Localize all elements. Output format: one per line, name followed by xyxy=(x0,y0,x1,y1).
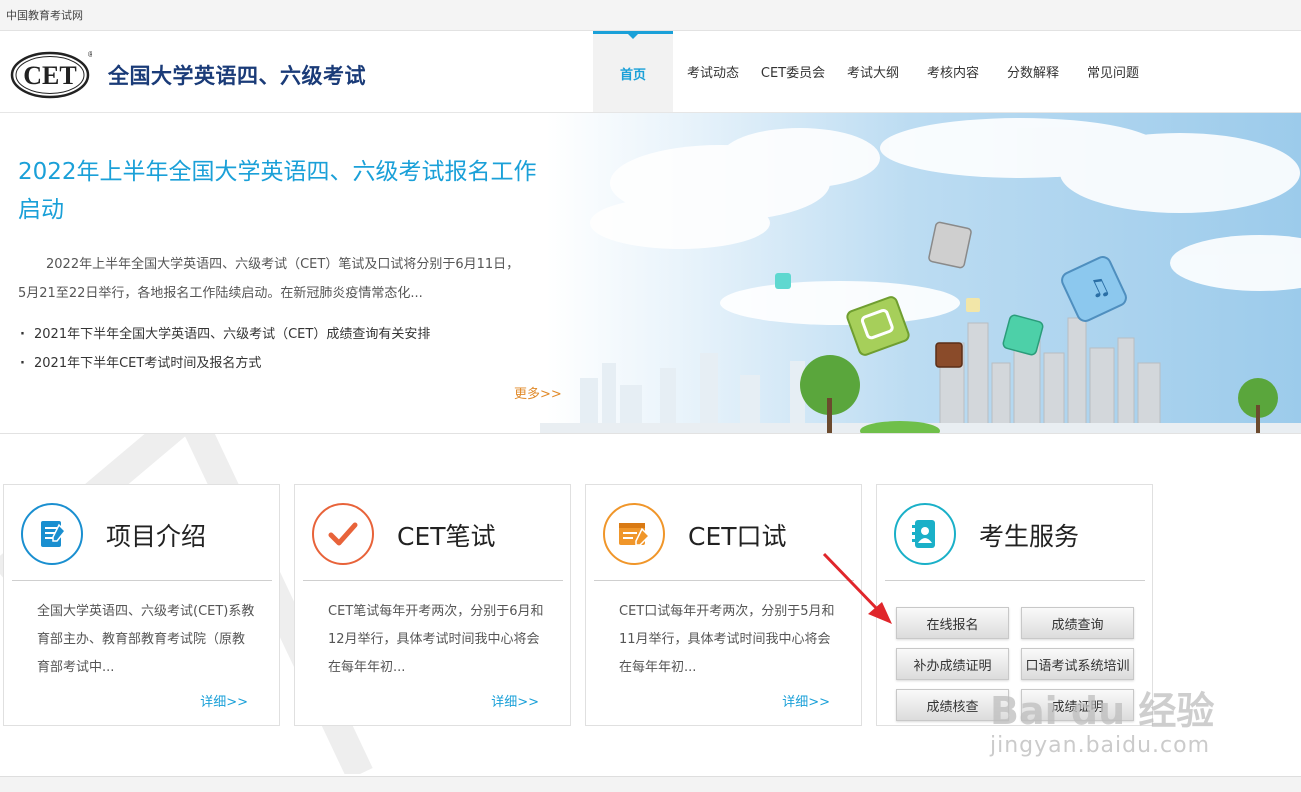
news-summary: 2022年上半年全国大学英语四、六级考试（CET）笔试及口试将分别于6月11日，… xyxy=(18,257,520,301)
nav-item-home[interactable]: 首页 xyxy=(593,31,673,112)
details-link[interactable]: 详细>> xyxy=(782,691,830,710)
card-description: CET笔试每年开考两次，分别于6月和12月举行，具体考试时间我中心将会在每年年初… xyxy=(328,604,544,675)
news-link[interactable]: 2021年下半年CET考试时间及报名方式 xyxy=(20,349,430,378)
nav-item-content[interactable]: 考核内容 xyxy=(913,31,993,112)
main-nav: 首页 考试动态 CET委员会 考试大纲 考核内容 分数解释 常见问题 xyxy=(593,31,1153,112)
nav-item-syllabus[interactable]: 考试大纲 xyxy=(833,31,913,112)
card-description: CET口试每年开考两次，分别于5月和11月举行，具体考试时间我中心将会在每年年初… xyxy=(619,604,835,675)
watermark-brand: Bai du 经验 xyxy=(990,689,1215,733)
more-news-link[interactable]: 更多>> xyxy=(514,383,562,402)
nav-item-score-explain[interactable]: 分数解释 xyxy=(993,31,1073,112)
card-cet-written: CET笔试 CET笔试每年开考两次，分别于6月和12月举行，具体考试时间我中心将… xyxy=(294,484,571,726)
card-description: 全国大学英语四、六级考试(CET)系教育部主办、教育部教育考试院（原教育部考试中… xyxy=(37,604,255,675)
site-name[interactable]: 中国教育考试网 xyxy=(6,7,83,23)
card-title[interactable]: 考生服务 xyxy=(979,517,1079,553)
card-title[interactable]: CET口试 xyxy=(688,517,787,553)
divider xyxy=(885,580,1145,581)
reissue-certificate-button[interactable]: 补办成绩证明 xyxy=(896,648,1009,680)
watermark-url: jingyan.baidu.com xyxy=(990,733,1211,758)
news-link[interactable]: 2021年下半年全国大学英语四、六级考试（CET）成绩查询有关安排 xyxy=(20,320,430,349)
banner-illustration: ♫ xyxy=(540,118,1301,433)
cet-logo-icon[interactable]: CET ® xyxy=(10,49,92,99)
annotation-arrow-icon xyxy=(822,552,892,624)
footer-strip xyxy=(0,776,1301,792)
news-headline[interactable]: 2022年上半年全国大学英语四、六级考试报名工作启动 xyxy=(18,153,538,229)
card-title[interactable]: CET笔试 xyxy=(397,517,496,553)
details-link[interactable]: 详细>> xyxy=(491,691,539,710)
divider xyxy=(594,580,854,581)
baidu-watermark: Bai du 经验 xyxy=(990,680,1214,735)
oral-exam-training-button[interactable]: 口语考试系统培训 xyxy=(1021,648,1134,680)
site-title[interactable]: 全国大学英语四、六级考试 xyxy=(108,60,366,90)
checkmark-icon xyxy=(312,503,374,565)
nav-item-committee[interactable]: CET委员会 xyxy=(753,31,833,112)
logo-text: CET xyxy=(23,61,76,90)
contact-book-icon xyxy=(894,503,956,565)
hero-banner: ♫ 2022年上半年全国大学英语四、六级考试报名工作启动 2022年上半年全国大… xyxy=(0,113,1301,434)
document-edit-icon xyxy=(21,503,83,565)
header: CET ® 全国大学英语四、六级考试 首页 考试动态 CET委员会 考试大纲 考… xyxy=(0,31,1301,113)
news-list: 2021年下半年全国大学英语四、六级考试（CET）成绩查询有关安排 2021年下… xyxy=(20,320,430,378)
card-project-intro: 项目介绍 全国大学英语四、六级考试(CET)系教育部主办、教育部教育考试院（原教… xyxy=(3,484,280,726)
logo-registered-mark: ® xyxy=(88,50,92,59)
nav-item-exam-news[interactable]: 考试动态 xyxy=(673,31,753,112)
online-registration-button[interactable]: 在线报名 xyxy=(896,607,1009,639)
nav-item-faq[interactable]: 常见问题 xyxy=(1073,31,1153,112)
score-query-button[interactable]: 成绩查询 xyxy=(1021,607,1134,639)
divider xyxy=(303,580,563,581)
divider xyxy=(12,580,272,581)
details-link[interactable]: 详细>> xyxy=(200,691,248,710)
top-bar: 中国教育考试网 xyxy=(0,0,1301,31)
form-edit-icon xyxy=(603,503,665,565)
card-title[interactable]: 项目介绍 xyxy=(106,517,206,553)
